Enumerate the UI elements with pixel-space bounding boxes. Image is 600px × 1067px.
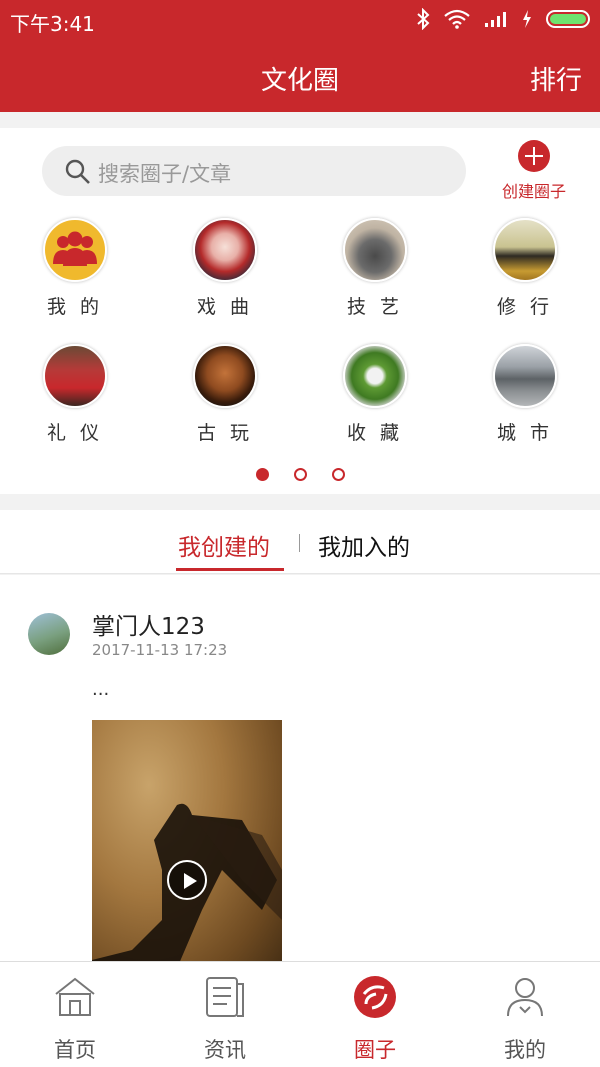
- post-date: 2017-11-13 17:23: [92, 641, 228, 659]
- post-username[interactable]: 掌门人123: [92, 607, 205, 641]
- opera-mask-icon: [193, 218, 257, 282]
- plus-icon: [518, 140, 550, 172]
- post-feed: 掌门人123 2017-11-13 17:23 ...: [0, 575, 600, 961]
- search-icon: [65, 159, 90, 184]
- category-label: 我 的: [46, 296, 104, 318]
- qipao-icon: [43, 344, 107, 408]
- city-gate-icon: [493, 344, 557, 408]
- walnut-carving-icon: [193, 344, 257, 408]
- wifi-icon: [444, 9, 470, 29]
- circle-categories-card: 搜索圈子/文章 创建圈子 我 的 戏 曲 技 艺 修 行 礼 仪 古 玩 收 藏…: [0, 128, 600, 494]
- status-time: 下午3:41: [10, 12, 95, 36]
- post-excerpt: ...: [92, 679, 110, 700]
- group-icon: [43, 218, 107, 282]
- category-antique[interactable]: 古 玩: [165, 344, 285, 445]
- nav-bar: 文化圈 排行: [0, 40, 600, 112]
- status-bar: 下午3:41: [0, 0, 600, 40]
- category-label: 礼 仪: [46, 422, 104, 444]
- category-label: 技 艺: [346, 296, 404, 318]
- active-tab-indicator: [176, 568, 284, 571]
- nav-home[interactable]: 首页: [0, 974, 150, 1064]
- page-dot[interactable]: [331, 468, 345, 481]
- create-circle-button[interactable]: 创建圈子: [494, 140, 574, 202]
- bluetooth-icon: [417, 8, 430, 30]
- silhouette-image: [92, 803, 282, 961]
- category-label: 古 玩: [196, 422, 254, 444]
- status-icons: [416, 8, 590, 30]
- category-opera[interactable]: 戏 曲: [165, 218, 285, 319]
- category-etiquette[interactable]: 礼 仪: [15, 344, 135, 445]
- video-thumbnail[interactable]: [92, 720, 282, 961]
- play-icon[interactable]: [167, 860, 207, 900]
- nav-news[interactable]: 资讯: [150, 974, 300, 1064]
- page-dot-active[interactable]: [255, 468, 269, 481]
- avatar[interactable]: [28, 613, 70, 655]
- nav-label: 我的: [504, 1038, 546, 1062]
- nav-circle[interactable]: 圈子: [300, 974, 450, 1064]
- meditation-icon: [493, 218, 557, 282]
- page-indicator: [0, 468, 600, 481]
- nav-label: 首页: [54, 1038, 96, 1062]
- create-circle-label: 创建圈子: [501, 182, 566, 201]
- category-craft[interactable]: 技 艺: [315, 218, 435, 319]
- category-label: 戏 曲: [196, 296, 254, 318]
- search-placeholder: 搜索圈子/文章: [98, 162, 232, 186]
- category-city[interactable]: 城 市: [465, 344, 585, 445]
- search-input[interactable]: 搜索圈子/文章: [42, 146, 466, 196]
- charging-icon: [523, 10, 531, 28]
- news-icon: [206, 977, 244, 1017]
- tab-divider: [299, 534, 300, 552]
- nav-label: 圈子: [354, 1038, 396, 1062]
- tab-joined[interactable]: 我加入的: [318, 528, 410, 562]
- ranking-button[interactable]: 排行: [530, 60, 582, 97]
- category-label: 城 市: [496, 422, 554, 444]
- category-practice[interactable]: 修 行: [465, 218, 585, 319]
- category-mine[interactable]: 我 的: [15, 218, 135, 319]
- nav-profile[interactable]: 我的: [450, 974, 600, 1064]
- pottery-icon: [343, 218, 407, 282]
- bottom-nav: 首页 资讯 圈子 我的: [0, 961, 600, 1067]
- page-title: 文化圈: [260, 66, 339, 96]
- home-icon: [55, 977, 95, 1016]
- category-label: 收 藏: [346, 422, 404, 444]
- nav-label: 资讯: [204, 1038, 246, 1062]
- profile-icon: [507, 978, 543, 1017]
- circle-icon: [354, 976, 396, 1018]
- category-collection[interactable]: 收 藏: [315, 344, 435, 445]
- page-dot[interactable]: [293, 468, 307, 481]
- tab-created[interactable]: 我创建的: [178, 528, 270, 562]
- category-label: 修 行: [496, 296, 554, 318]
- jade-ring-icon: [343, 344, 407, 408]
- battery-icon: [546, 10, 590, 28]
- signal-icon: [485, 12, 506, 27]
- circle-tabs: 我创建的 我加入的: [0, 510, 600, 574]
